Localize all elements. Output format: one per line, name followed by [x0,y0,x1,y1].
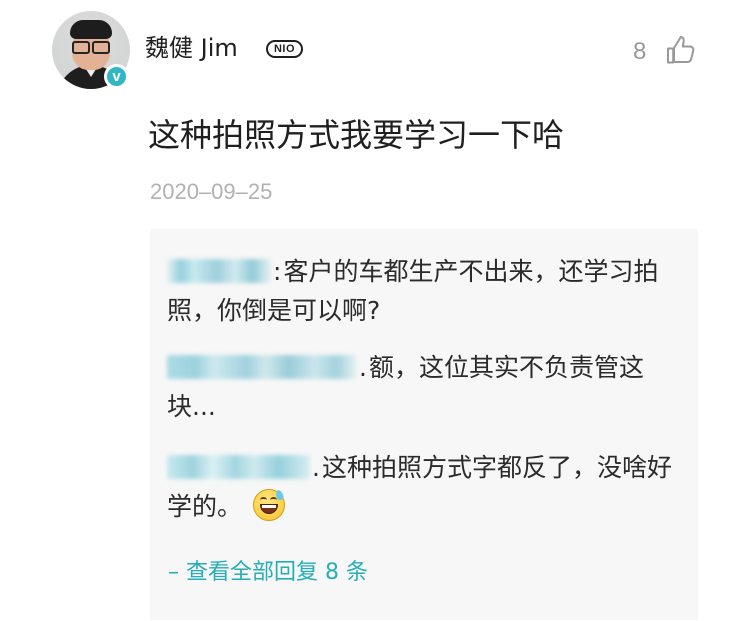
comment-text: 这种拍照方式我要学习一下哈 [148,116,565,154]
emoji-teeth [262,505,277,508]
blurred-username [167,259,271,283]
emoji-eye-left [260,497,268,503]
reply-separator: . [359,353,367,382]
avatar-glasses-shape [72,41,110,54]
author-name[interactable]: 魏健 Jim [145,33,238,63]
thumbs-up-icon[interactable] [664,34,696,66]
reply-item: .这种拍照方式字都反了，没啥好学的。 [167,448,677,526]
view-all-replies-link[interactable]: – 查看全部回复 8 条 [168,559,368,587]
comment-date: 2020–09–25 [150,179,273,204]
verified-badge-icon: v [104,64,129,89]
blurred-username [167,455,310,479]
grinning-face-with-sweat-icon [252,488,286,522]
avatar-hair-shape [70,20,112,39]
like-count: 8 [633,38,647,65]
nio-badge: NIO [266,40,303,58]
reply-separator: . [312,453,320,482]
reply-separator: : [273,257,282,286]
reply-item: .额，这位其实不负责管这块... [167,348,677,426]
blurred-username [167,355,357,379]
reply-item: :客户的车都生产不出来，还学习拍照，你倒是可以啊? [167,252,677,330]
